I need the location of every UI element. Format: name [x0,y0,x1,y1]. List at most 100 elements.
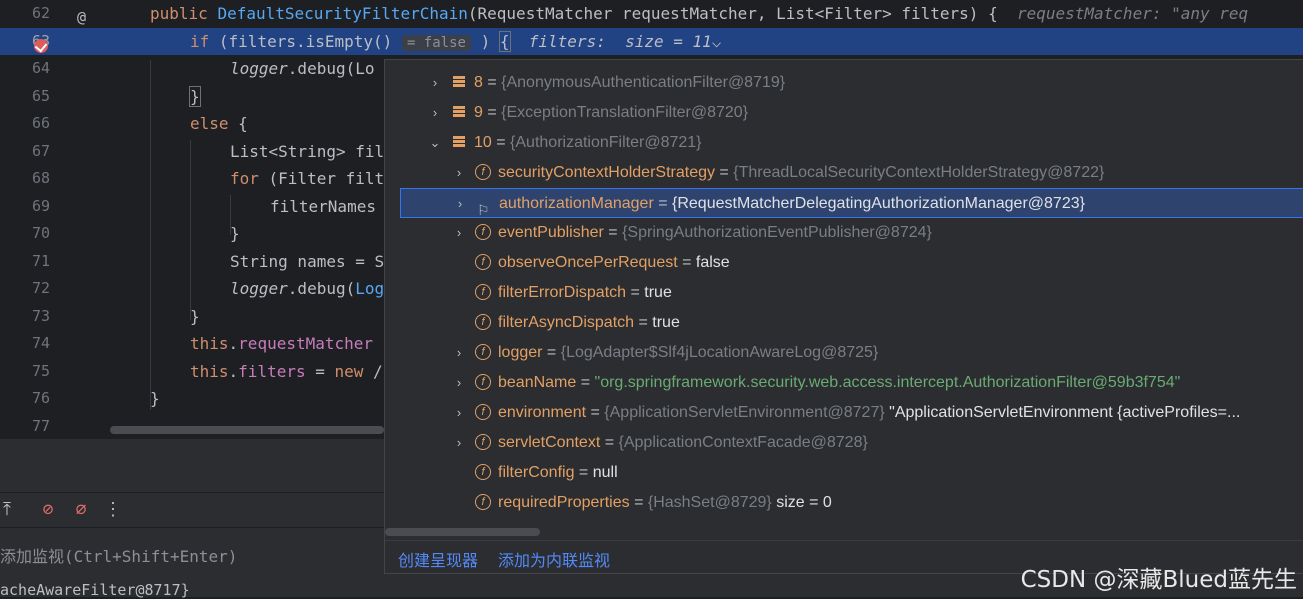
code-token: / [373,361,383,381]
line-number[interactable]: 62 [0,0,50,28]
code-token: public [150,4,218,23]
code-text[interactable]: filterNames [270,193,376,221]
code-token: new [334,361,374,381]
line-number[interactable]: 69 [0,193,50,221]
code-text[interactable]: for (Filter filt [230,165,384,193]
variable-row[interactable]: › f securityContextHolderStrategy = {Threa… [385,158,1303,188]
field-icon: f [475,434,491,450]
chevron-right-icon[interactable]: › [451,218,467,248]
line-number[interactable]: 64 [0,55,50,83]
code-text[interactable]: String names = S [230,248,384,276]
variable-row[interactable]: ⌄ 10 = {AuthorizationFilter@8721} [385,128,1303,158]
code-token: requestMatcher [238,334,374,353]
equals-sign: = [576,374,595,391]
line-number[interactable]: 73 [0,303,50,331]
line-number[interactable]: 76 [0,385,50,413]
variable-row[interactable]: f filterErrorDispatch = true [385,278,1303,308]
add-inline-watch-link[interactable]: 添加为内联监视 [498,547,610,571]
line-number[interactable]: 75 [0,358,50,386]
code-token: if [190,31,219,51]
chevron-right-icon[interactable]: › [427,68,443,98]
equals-sign: = [653,195,672,212]
line-number[interactable]: 72 [0,275,50,303]
variable-text: filterConfig = null [498,458,618,488]
code-text[interactable]: public DefaultSecurityFilterChain(Reques… [150,0,1248,28]
field-icon: f [475,464,491,480]
chevron-down-icon[interactable]: ⌄ [427,128,443,158]
code-text[interactable]: if (filters.isEmpty() = false ) { filter… [190,28,721,58]
create-renderer-link[interactable]: 创建呈现器 [398,547,478,571]
more-icon[interactable]: ⋮ [102,499,124,521]
code-token: List<String> fil [230,141,385,161]
field-icon: f [475,314,491,330]
code-text[interactable]: this.filters = new / [190,358,383,386]
code-text[interactable]: else { [190,110,248,138]
debug-value-hint[interactable]: filters: size = 11 [529,32,712,51]
override-at-icon[interactable]: @ [77,8,86,26]
variable-value: null [592,464,618,481]
variable-row[interactable]: f filterAsyncDispatch = true [385,308,1303,338]
variable-row[interactable]: f filterConfig = null [385,458,1303,488]
chevron-right-icon[interactable]: › [451,398,467,428]
code-token: DefaultSecurityFilterChain [217,4,468,23]
chevron-right-icon[interactable]: › [452,189,468,219]
line-number[interactable]: 67 [0,138,50,166]
variable-row[interactable]: › f logger = {LogAdapter$Slf4jLocationAwar… [385,338,1303,368]
code-line[interactable]: 63if (filters.isEmpty() = false ) { filt… [0,27,1303,58]
variable-row[interactable]: › f environment = {ApplicationServletEnvir… [385,398,1303,428]
line-number[interactable]: 70 [0,220,50,248]
code-line[interactable]: 62 public DefaultSecurityFilterChain(Requ… [0,0,1303,28]
code-text[interactable]: List<String> fil [230,138,384,166]
variable-row[interactable]: › 8 = {AnonymousAuthenticationFilter@8719… [385,68,1303,98]
code-token: Log [355,279,385,298]
code-text[interactable]: } [150,385,160,413]
variable-value: true [644,284,672,301]
line-number[interactable]: 68 [0,165,50,193]
line-number[interactable]: 65 [0,83,50,111]
code-text[interactable]: this.requestMatcher [190,330,373,358]
variable-row[interactable]: › 9 = {ExceptionTranslationFilter@8720} [385,98,1303,128]
variable-row[interactable]: f requiredProperties = {HashSet@8729} siz… [385,488,1303,518]
export-icon[interactable]: ⤒ [0,499,18,521]
chevron-right-icon[interactable]: › [451,428,467,458]
code-text[interactable]: } [189,83,201,111]
variable-row[interactable]: › f beanName = "org.springframework.securi… [385,368,1303,398]
code-token: } [150,389,160,408]
breakpoint-check-icon[interactable] [34,39,48,53]
variable-name: observeOncePerRequest [498,254,678,271]
watch-expression-input[interactable]: 添加监视(Ctrl+Shift+Enter) [0,543,237,567]
code-text[interactable]: logger.debug(Lo [230,55,375,83]
code-text[interactable]: logger.debug(Log [230,275,384,303]
code-text[interactable]: } [190,303,200,331]
mute-breakpoints-icon[interactable]: ⌀ [70,499,92,521]
code-token: String names = S [230,251,385,271]
line-number[interactable]: 74 [0,330,50,358]
variable-name: securityContextHolderStrategy [498,164,715,181]
chevron-right-icon[interactable]: › [427,98,443,128]
chevron-right-icon[interactable]: › [451,338,467,368]
chevron-right-icon[interactable]: › [451,368,467,398]
variable-row[interactable]: f observeOncePerRequest = false [385,248,1303,278]
line-number[interactable]: 77 [0,413,50,439]
inline-value-hint: = false [401,34,471,51]
variable-row[interactable]: › f servletContext = {ApplicationContextFa… [385,428,1303,458]
variable-row[interactable]: › ⚐ authorizationManager = {RequestMatcher… [400,188,1303,218]
equals-sign: = [491,134,511,151]
popup-horizontal-scrollbar[interactable] [385,528,540,536]
code-token: } [230,224,240,243]
debug-toolbar: ⤒ ⊘ ⌀ ⋮ [0,492,384,528]
chevron-right-icon[interactable]: › [451,158,467,188]
editor-horizontal-scrollbar[interactable] [110,426,384,434]
code-token: requestMatcher: "any req [1016,4,1249,23]
code-token: . [228,334,239,353]
variable-name: environment [498,404,587,421]
line-number[interactable]: 66 [0,110,50,138]
line-number[interactable]: 71 [0,248,50,276]
frame-list-item[interactable]: acheAwareFilter@8717} [0,581,190,599]
code-text[interactable]: } [230,220,240,248]
breakpoints-icon[interactable]: ⊘ [37,499,59,521]
variable-row[interactable]: › f eventPublisher = {SpringAuthorizationE… [385,218,1303,248]
equals-sign: = [482,74,502,91]
variable-text: environment = {ApplicationServletEnviron… [498,398,1240,428]
